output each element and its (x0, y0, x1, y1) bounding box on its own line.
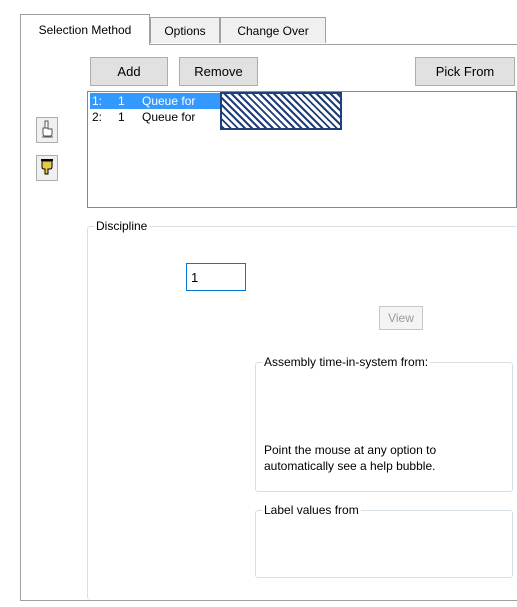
selection-list[interactable]: 1: 1 Queue for 2: 1 Queue for (87, 91, 517, 208)
discipline-label: Discipline (94, 219, 150, 233)
tab-options[interactable]: Options (150, 17, 220, 43)
remove-button[interactable]: Remove (179, 57, 258, 86)
tab-change-over[interactable]: Change Over (220, 17, 326, 43)
hand-up-icon (40, 120, 54, 141)
list-item[interactable]: 2: 1 Queue for (90, 109, 222, 125)
label-values-group: Label values from (255, 503, 513, 578)
help-text: Point the mouse at any option to automat… (264, 443, 437, 473)
label-values-label: Label values from (262, 503, 361, 517)
move-up-button[interactable] (36, 117, 58, 143)
pick-from-button[interactable]: Pick From (415, 57, 515, 86)
move-down-button[interactable] (36, 155, 58, 181)
discipline-input[interactable] (186, 263, 246, 291)
add-button[interactable]: Add (90, 57, 168, 86)
tab-selection-method[interactable]: Selection Method (20, 14, 150, 45)
list-item[interactable]: 1: 1 Queue for (90, 93, 222, 109)
selection-hatch (220, 92, 342, 130)
assembly-time-label: Assembly time-in-system from: (262, 355, 431, 369)
view-button[interactable]: View (379, 306, 423, 330)
hand-down-icon (40, 158, 54, 179)
